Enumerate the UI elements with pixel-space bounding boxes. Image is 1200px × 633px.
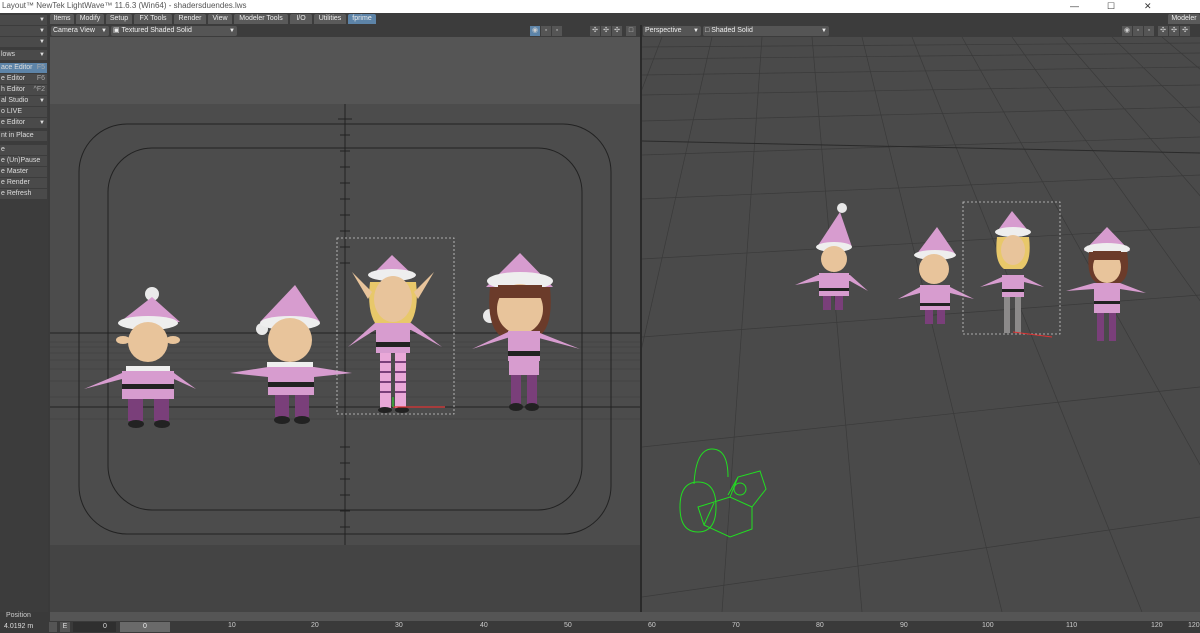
tick-label: 120 [1151,622,1163,629]
tab-fx-tools[interactable]: FX Tools [134,14,172,24]
right-viewport[interactable]: Perspective ▼ □ Shaded Solid ▼ ◉ ▫ ▫ ✣ ✣ ✣ [642,25,1200,612]
window-titlebar: Layout™ NewTek LightWave™ 11.6.3 (Win64)… [0,0,1200,13]
position-value-field[interactable]: 4.0192 m [4,622,42,632]
rotate-view-icon[interactable]: ✣ [1169,26,1179,36]
rotate-view-icon[interactable]: ✣ [601,26,611,36]
tab-view[interactable]: View [208,14,232,24]
sidebar-item-paint-in-place[interactable]: nt in Place [0,131,47,141]
e-button[interactable]: E [60,622,70,632]
zoom-view-icon[interactable]: ✣ [1180,26,1190,36]
prev-key-button[interactable] [49,622,57,632]
tab-modeler-tools[interactable]: Modeler Tools [234,14,288,24]
left-viewport[interactable]: Camera View ▼ ▣ Textured Shaded Solid ▼ ◉ … [50,25,640,612]
tab-setup[interactable]: Setup [106,14,132,24]
tick-label: 90 [900,622,908,629]
sidebar-dropdown-2[interactable]: ▼ [0,26,47,36]
left-sidebar: ▼ ▼ ▼ lows ▼ ace Editor F5 e Editor F6 h Ed… [0,13,48,613]
sidebar-item-graph-editor[interactable]: h Editor ^F2 [0,85,47,95]
chevron-down-icon: ▼ [39,28,45,34]
right-view-type-dropdown[interactable]: Perspective ▼ [643,26,701,36]
tick-label: 10 [228,622,236,629]
window-title: Layout™ NewTek LightWave™ 11.6.3 (Win64)… [2,1,247,10]
current-frame-slider[interactable]: 0 [120,622,170,632]
sidebar-item-fprime-pause[interactable]: e (Un)Pause [0,156,47,166]
frame-start-field[interactable]: 0 [73,622,116,632]
modeler-button[interactable]: Modeler [1168,14,1200,24]
left-view-type-dropdown[interactable]: Camera View ▼ [51,26,109,36]
chevron-down-icon: ▼ [39,98,45,104]
sidebar-item-fprime-master[interactable]: e Master [0,167,47,177]
camera-icon[interactable]: ◉ [1122,26,1132,36]
maximize-viewport-icon[interactable]: □ [626,26,636,36]
tab-modify[interactable]: Modify [76,14,104,24]
tick-label: 40 [480,622,488,629]
tick-label: 20 [311,622,319,629]
sidebar-dropdown-1[interactable]: ▼ [0,15,47,25]
maximize-icon[interactable]: ☐ [1107,0,1115,12]
minimize-icon[interactable]: — [1070,0,1079,12]
sidebar-item-fprime-refresh[interactable]: e Refresh [0,189,47,199]
view-options-icon[interactable]: ▫ [541,26,551,36]
sidebar-item-fprime[interactable]: e [0,145,47,155]
left-shading-dropdown[interactable]: ▣ Textured Shaded Solid ▼ [111,26,237,36]
chevron-down-icon: ▼ [39,17,45,23]
sidebar-item-surface-editor[interactable]: ace Editor F5 [0,63,47,73]
view-options-icon[interactable]: ▫ [1133,26,1143,36]
tick-label: 120 [1188,622,1200,629]
grid-icon[interactable]: ▫ [1144,26,1154,36]
sidebar-item-virtual-studio[interactable]: al Studio ▼ [0,96,47,106]
tick-label: 80 [816,622,824,629]
tick-label: 50 [564,622,572,629]
move-view-icon[interactable]: ✣ [590,26,600,36]
sidebar-item-scene-editor[interactable]: e Editor ▼ [0,118,47,128]
sidebar-item-fprime-render[interactable]: e Render [0,178,47,188]
timeline-scrubber-track[interactable] [50,612,1200,621]
chevron-down-icon: ▼ [101,28,107,34]
tick-label: 110 [1066,622,1078,629]
chevron-down-icon: ▼ [693,28,699,34]
tick-label: 100 [982,622,994,629]
grid-icon[interactable]: ▫ [552,26,562,36]
right-viewport-toolbar: Perspective ▼ □ Shaded Solid ▼ ◉ ▫ ▫ ✣ ✣ ✣ [642,25,1200,37]
chevron-down-icon: ▼ [229,28,235,34]
chevron-down-icon: ▼ [39,39,45,45]
sidebar-dropdown-3[interactable]: ▼ [0,37,47,47]
sidebar-item-workflows[interactable]: lows ▼ [0,50,47,60]
chevron-down-icon: ▼ [39,120,45,126]
tab-utilities[interactable]: Utilities [314,14,346,24]
sidebar-item-image-editor[interactable]: e Editor F6 [0,74,47,84]
move-view-icon[interactable]: ✣ [1158,26,1168,36]
right-shading-dropdown[interactable]: □ Shaded Solid ▼ [703,26,829,36]
chevron-down-icon: ▼ [821,28,827,34]
tick-label: 70 [732,622,740,629]
chevron-down-icon: ▼ [39,52,45,58]
letterbox-top [50,37,640,104]
sidebar-item-live[interactable]: o LIVE [0,107,47,117]
left-viewport-canvas [50,37,640,545]
tab-render[interactable]: Render [174,14,206,24]
tab-fprime[interactable]: fprime [348,14,376,24]
tick-label: 60 [648,622,656,629]
close-icon[interactable]: ✕ [1144,0,1152,12]
right-viewport-canvas [642,37,1200,612]
timeline-bar: Position 4.0192 m E 0 0 10 20 30 40 50 6… [0,612,1200,633]
left-viewport-toolbar: Camera View ▼ ▣ Textured Shaded Solid ▼ ◉ … [50,25,640,37]
camera-icon[interactable]: ◉ [530,26,540,36]
position-label: Position [6,612,31,619]
tab-io[interactable]: I/O [290,14,312,24]
zoom-view-icon[interactable]: ✣ [612,26,622,36]
tick-label: 30 [395,622,403,629]
tab-items[interactable]: Items [50,14,74,24]
